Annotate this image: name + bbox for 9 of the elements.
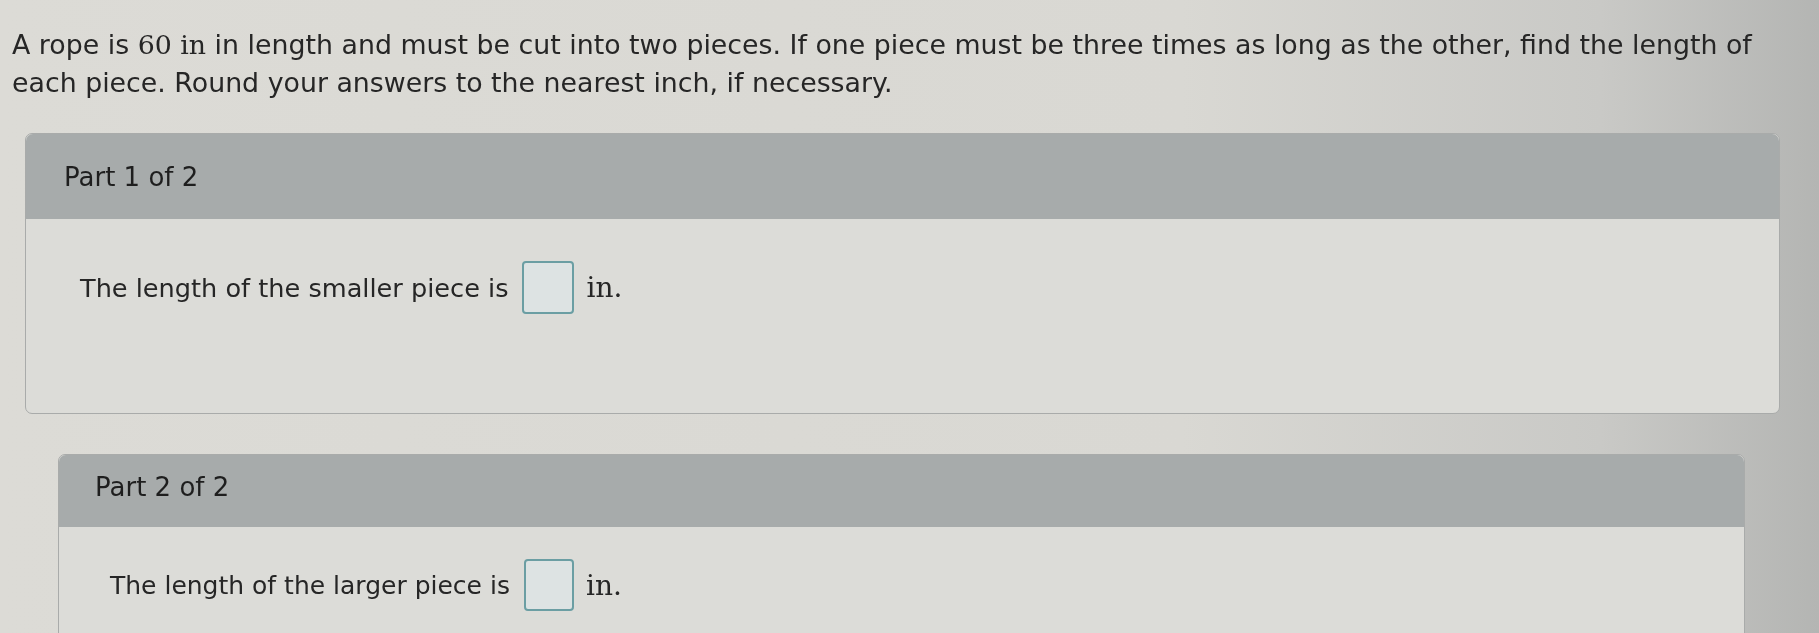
answer-prompt: The length of the smaller piece is [80, 272, 509, 303]
unit-label: in. [585, 568, 622, 602]
answer-prompt: The length of the larger piece is [110, 570, 510, 600]
answer-box[interactable] [523, 559, 574, 611]
answer-box[interactable] [522, 261, 575, 314]
part-header: Part 2 of 2 [59, 455, 1744, 527]
unit-label: in. [586, 271, 623, 304]
part-header: Part 1 of 2 [26, 134, 1779, 219]
question-text: A rope is 60 in in length and must be cut into two pieces. If one piece must be three times as long as the other, find the length of each piece. Round your answers to the nearest inch, if necessary. [12, 28, 1754, 100]
